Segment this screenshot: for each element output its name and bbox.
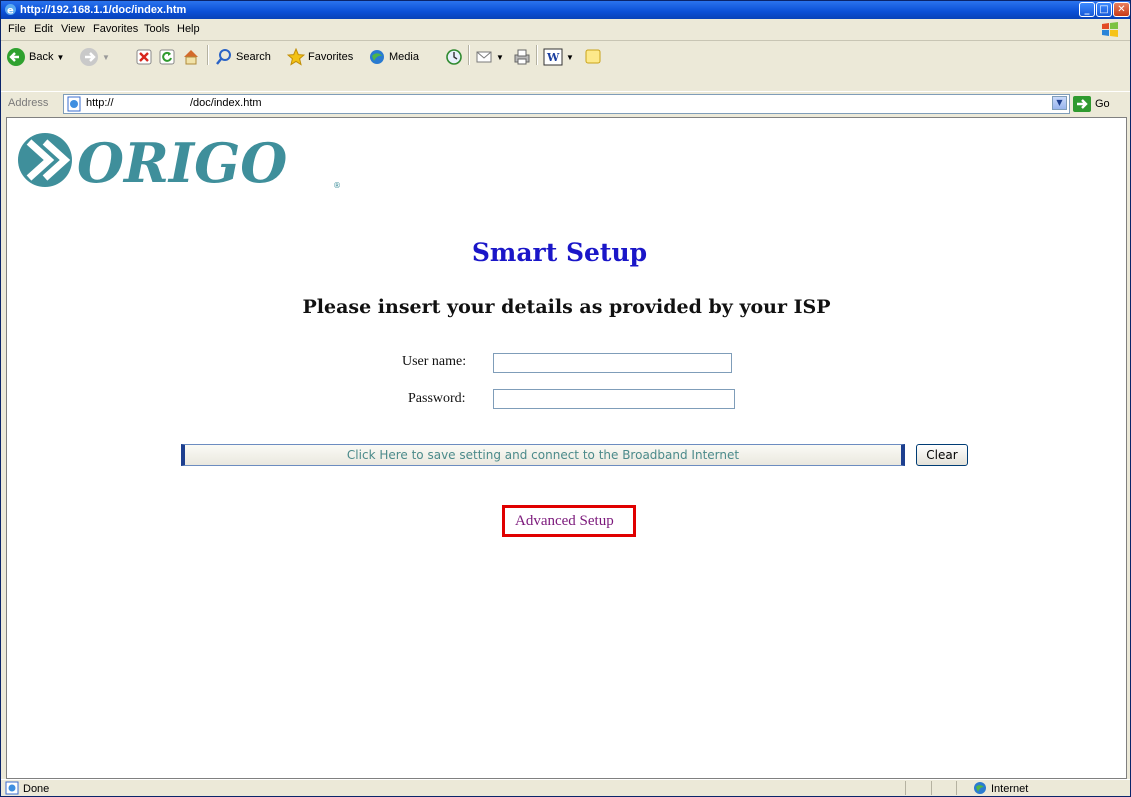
back-arrow-icon — [7, 48, 25, 66]
status-bar: Done Internet — [1, 779, 1130, 796]
back-button[interactable]: Back ▼ — [6, 47, 64, 67]
close-button[interactable]: ✕ — [1113, 2, 1130, 17]
connect-button[interactable]: Click Here to save setting and connect t… — [181, 444, 905, 466]
forward-arrow-icon — [80, 48, 98, 66]
word-icon: W — [543, 48, 563, 66]
password-field[interactable] — [493, 389, 735, 409]
print-icon[interactable] — [513, 48, 531, 66]
refresh-icon[interactable] — [159, 49, 175, 65]
menu-view[interactable]: View — [61, 23, 85, 35]
menu-tools[interactable]: Tools — [144, 23, 170, 35]
username-field[interactable] — [493, 353, 732, 373]
media-icon — [370, 50, 384, 64]
media-button[interactable]: Media — [368, 48, 419, 66]
svg-text:e: e — [7, 6, 14, 17]
svg-text:®: ® — [333, 181, 341, 190]
discuss-icon[interactable] — [584, 48, 602, 66]
username-label: User name: — [402, 354, 467, 369]
menu-favorites[interactable]: Favorites — [93, 23, 138, 35]
window-title: http://192.168.1.1/doc/index.htm — [20, 4, 187, 16]
home-icon[interactable] — [182, 48, 200, 66]
mail-dropdown-icon: ▼ — [496, 52, 504, 62]
browser-window: e http://192.168.1.1/doc/index.htm _ □ ✕… — [0, 0, 1131, 797]
forward-dropdown-icon: ▼ — [102, 52, 110, 62]
search-button[interactable]: Search — [215, 48, 271, 66]
ie-icon: e — [5, 4, 16, 17]
star-icon — [287, 48, 305, 66]
mail-button[interactable]: ▼ — [475, 48, 504, 66]
origo-logo: ORIGO ® — [18, 131, 341, 190]
maximize-button[interactable]: □ — [1096, 2, 1112, 17]
go-button[interactable]: Go — [1073, 96, 1110, 112]
svg-text:ORIGO: ORIGO — [77, 131, 287, 190]
go-arrow-icon — [1073, 96, 1091, 112]
internet-zone-icon — [974, 782, 986, 794]
toolbar: Back ▼ ▼ Search Favorites Media ▼ W ▼ — [1, 41, 1130, 89]
address-dropdown-icon[interactable]: ▼ — [1052, 96, 1067, 110]
menu-bar: File Edit View Favorites Tools Help — [1, 20, 1130, 41]
address-url-scheme: http:// — [86, 97, 114, 109]
back-dropdown-icon: ▼ — [56, 52, 65, 62]
status-text: Done — [23, 783, 50, 795]
search-icon — [216, 49, 231, 65]
menu-help[interactable]: Help — [177, 23, 200, 35]
address-label: Address — [8, 97, 49, 109]
favorites-button[interactable]: Favorites — [287, 48, 353, 66]
password-label: Password: — [408, 391, 466, 406]
windows-logo-icon — [1102, 22, 1118, 37]
minimize-button[interactable]: _ — [1079, 2, 1095, 17]
address-input[interactable]: http:// /doc/index.htm ▼ — [63, 94, 1070, 114]
advanced-setup-link[interactable]: Advanced Setup — [515, 513, 614, 530]
clear-button[interactable]: Clear — [916, 444, 968, 466]
page-title: Smart Setup — [471, 238, 648, 267]
menu-file[interactable]: File — [8, 23, 26, 35]
forward-button[interactable]: ▼ — [79, 47, 110, 67]
edit-dropdown-icon: ▼ — [566, 52, 574, 62]
mail-icon — [476, 51, 492, 63]
page-done-icon — [5, 781, 19, 795]
page-icon — [67, 96, 81, 112]
stop-icon[interactable] — [136, 49, 152, 65]
menu-edit[interactable]: Edit — [34, 23, 53, 35]
edit-word-button[interactable]: W ▼ — [543, 48, 574, 66]
title-bar: e http://192.168.1.1/doc/index.htm _ □ ✕ — [1, 1, 1130, 19]
page-subtitle: Please insert your details as provided b… — [302, 296, 831, 318]
address-bar: Address http:// /doc/index.htm ▼ Go — [1, 91, 1130, 116]
page-content: ORIGO ® Smart Setup Please insert your d… — [6, 117, 1127, 779]
svg-text:W: W — [546, 51, 560, 64]
address-url-path: /doc/index.htm — [190, 97, 262, 109]
history-icon[interactable] — [445, 48, 463, 66]
security-zone-label: Internet — [991, 783, 1029, 795]
